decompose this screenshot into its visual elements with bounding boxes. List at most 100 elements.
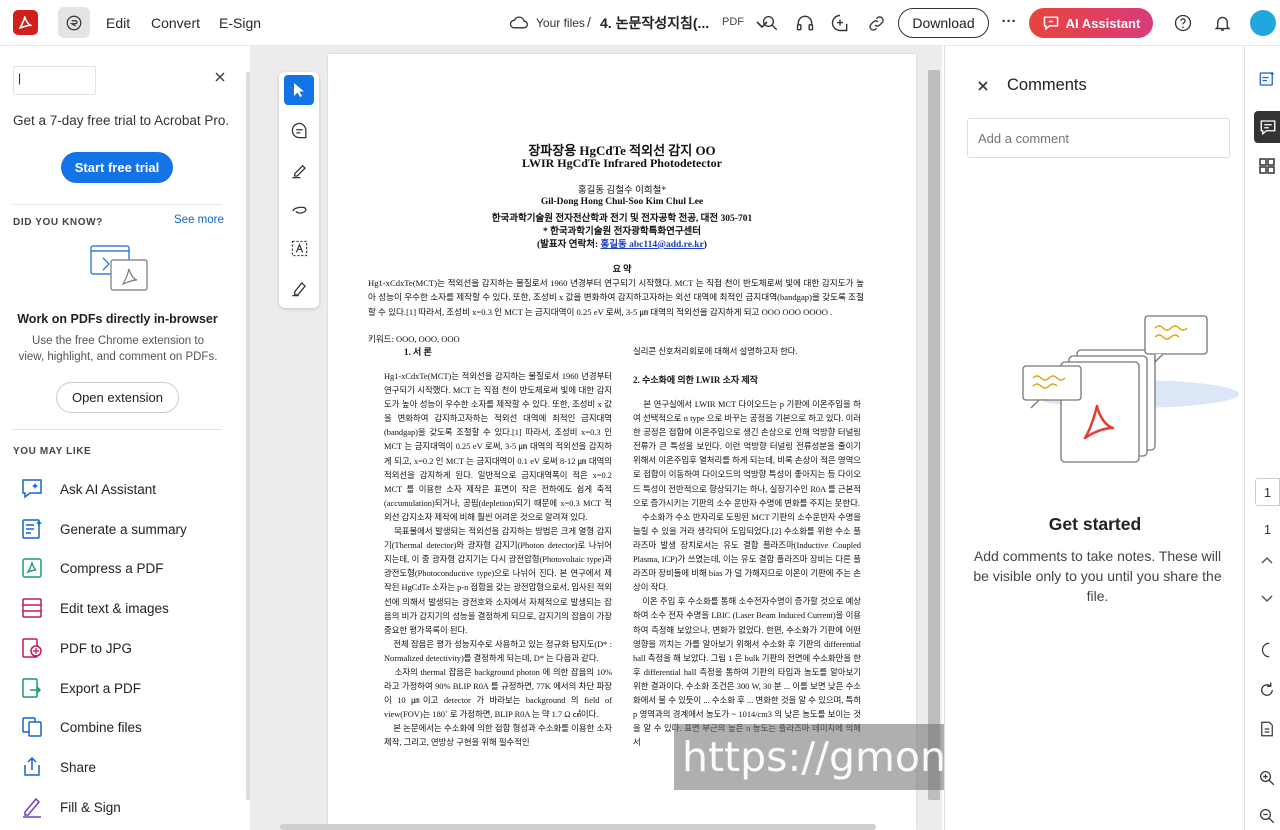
rotate-icon[interactable] [1254,677,1280,703]
thumbnails-grid-icon[interactable] [1254,153,1280,179]
body-column-right-intro: 실리콘 신호처리회로에 대해서 설명하고자 한다. [633,347,798,356]
abstract-text: Hg1-xCdxTe(MCT)는 적외선을 감지하는 물질로서 1960 년경부… [368,278,864,317]
notifications-bell-icon[interactable] [1211,12,1233,34]
text-box-icon [291,240,307,256]
text-select-tool[interactable] [284,233,314,263]
share-item[interactable]: Share [18,753,228,781]
pdf-to-jpg-item[interactable]: PDF to JPG [18,634,228,662]
document-title[interactable]: 4. 논문작성지침(... [600,13,709,33]
comments-rail-button[interactable] [1254,111,1280,143]
left-search-input[interactable]: | [13,66,96,95]
extension-card-title: Work on PDFs directly in-browser [17,312,218,326]
acrobat-logo-icon[interactable] [13,10,38,35]
compress-pdf-item[interactable]: Compress a PDF [18,554,228,582]
home-button[interactable] [58,7,90,38]
combine-files-item[interactable]: Combine files [18,713,228,741]
document-horizontal-scrollbar[interactable] [280,824,876,830]
item-label: Generate a summary [60,521,187,537]
help-icon[interactable] [1172,12,1194,34]
more-options-icon[interactable]: ··· [998,10,1020,32]
highlight-tool[interactable] [284,155,314,185]
generate-summary-item[interactable]: Generate a summary [18,515,228,543]
zoom-out-icon[interactable] [1254,803,1280,829]
top-bar: Edit Convert E-Sign Your files / 4. 논문작성… [0,0,1280,46]
ai-assistant-button[interactable]: AI Assistant [1029,8,1153,38]
left-panel: | Get a 7-day free trial to Acrobat Pro.… [0,46,245,830]
read-aloud-icon[interactable] [794,12,816,34]
previous-page-icon[interactable] [1254,547,1280,573]
export-icon [18,674,46,702]
pdf-to-jpg-icon [18,634,46,662]
share-icon [18,753,46,781]
contact-suffix: ) [703,240,707,250]
start-free-trial-button[interactable]: Start free trial [61,152,173,183]
item-label: Ask AI Assistant [60,481,157,497]
combine-icon [18,713,46,741]
home-icon [66,15,82,30]
total-pages-label: 1 [1263,521,1272,537]
get-started-heading: Get started [1048,514,1142,534]
comments-panel: Comments Get started Add comments to tak… [944,46,1244,830]
body-column-right: 본 연구실에서 LWIR MCT 다이오드는 p 기판에 이온주입을 하여 선택… [633,400,861,748]
comment-icon [291,122,306,138]
comments-title: Comments [1007,76,1087,94]
trial-text: Get a 7-day free trial to Acrobat Pro. [13,113,230,128]
close-panel-icon[interactable] [214,70,230,86]
fill-sign-item[interactable]: Fill & Sign [18,793,228,821]
authors-korean: 홍길동 김철수 이희철* [577,186,667,196]
sign-tool[interactable] [284,273,314,303]
next-page-icon[interactable] [1254,586,1280,612]
menu-esign[interactable]: E-Sign [219,15,261,31]
item-label: Combine files [60,719,142,735]
pdf-page: 장파장용 HgCdTe 적외선 감지 OO LWIR HgCdTe Infrar… [328,54,916,830]
menu-convert[interactable]: Convert [151,15,200,31]
current-page-field[interactable]: 1 [1255,478,1280,506]
item-label: Fill & Sign [60,799,121,815]
export-pdf-item[interactable]: Export a PDF [18,674,228,702]
item-label: PDF to JPG [60,640,133,656]
ai-assistant-label: AI Assistant [1065,15,1141,31]
breadcrumb-separator: / [587,14,591,30]
select-tool[interactable] [284,75,314,105]
menu-edit[interactable]: Edit [106,15,130,31]
item-label: Share [60,759,97,775]
document-info-icon[interactable] [1254,716,1280,742]
fill-sign-icon [18,793,46,821]
link-icon[interactable] [865,12,887,34]
browser-extension-illustration-icon [90,245,148,291]
document-vertical-scrollbar[interactable] [928,70,940,800]
affiliation-1: 한국과학기술원 전자전산학과 전기 및 전자공학 전공, 대전 305-701 [491,214,753,224]
section-2-heading: 2. 수소화에 의한 LWIR 소자 제작 [633,375,758,385]
open-extension-button[interactable]: Open extension [56,382,179,413]
add-comment-icon[interactable] [829,12,851,34]
extension-card-description: Use the free Chrome extension to view, h… [18,335,218,363]
body-column-left: Hg1-xCdxTe(MCT)는 적외선을 감지하는 물질로서 1960 년경부… [384,372,612,748]
dark-mode-icon[interactable] [1254,637,1280,663]
highlighter-icon [291,164,306,178]
divider [13,429,222,430]
user-avatar[interactable] [1250,10,1276,36]
contact-email-link[interactable]: 홍길동 abc114@add.re.kr [601,240,704,250]
edit-text-images-item[interactable]: Edit text & images [18,594,228,622]
draw-tool[interactable] [284,194,314,224]
ai-chat-icon [18,475,46,503]
contact-line: (발표자 연락처: 홍길동 abc114@add.re.kr) [328,236,916,250]
freehand-draw-icon [292,206,306,214]
item-label: Compress a PDF [60,560,164,576]
breadcrumb-your-files[interactable]: Your files [536,16,585,30]
ai-summary-rail-icon[interactable] [1254,66,1280,92]
ask-ai-assistant-item[interactable]: Ask AI Assistant [18,475,228,503]
download-button[interactable]: Download [898,8,989,38]
compress-icon [18,554,46,582]
contact-prefix: (발표자 연락처: [537,240,601,250]
search-icon[interactable] [759,12,781,34]
item-label: Edit text & images [60,600,169,616]
file-type-label: PDF [722,16,744,28]
zoom-in-icon[interactable] [1254,765,1280,791]
comment-tool[interactable] [284,115,314,145]
close-comments-icon[interactable] [977,79,991,93]
add-comment-input[interactable] [967,118,1230,158]
see-more-link[interactable]: See more [174,214,224,226]
get-started-description: Add comments to take notes. These will b… [973,548,1222,604]
section-1-heading: 1. 서 론 [404,347,432,357]
